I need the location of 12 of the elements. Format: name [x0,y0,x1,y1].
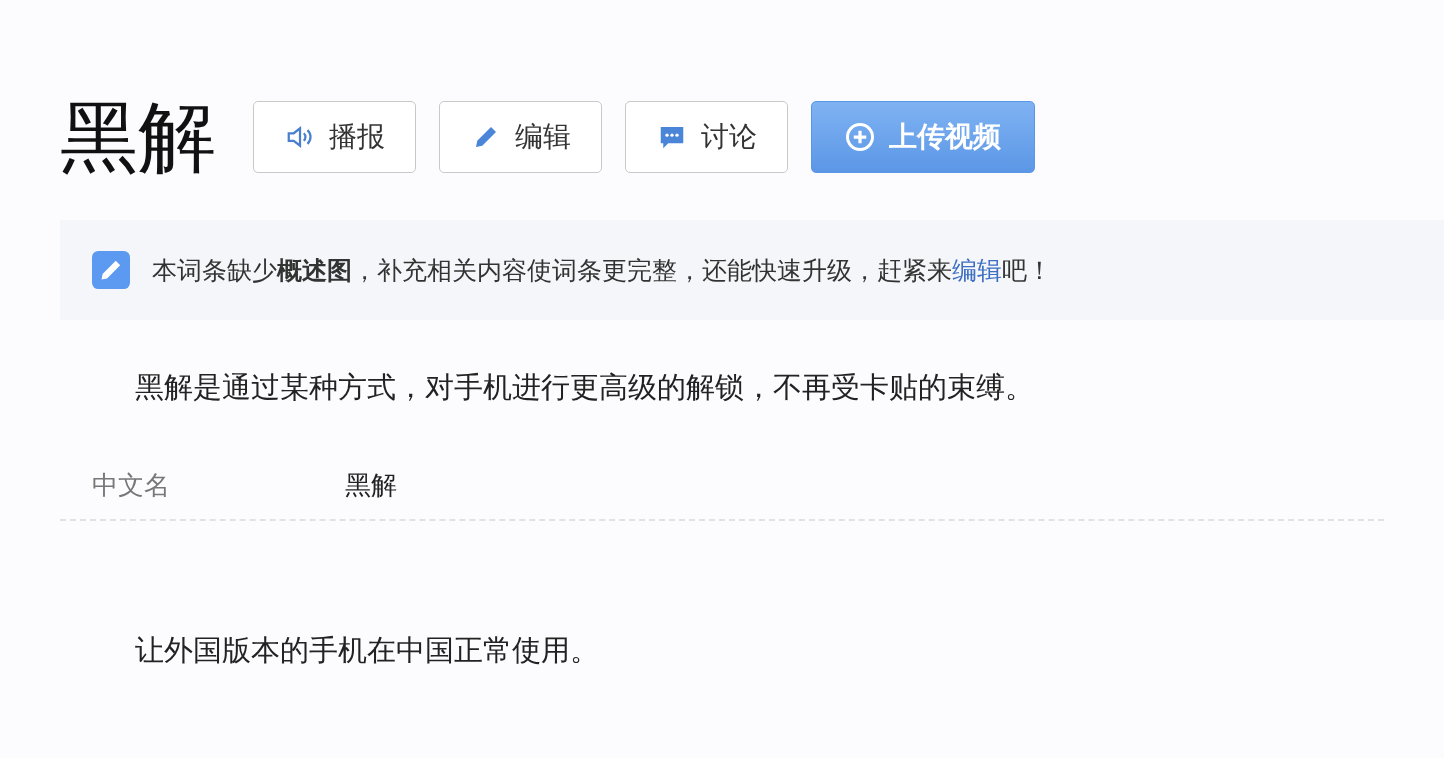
toolbar-button[interactable]: 播报 [253,101,416,173]
edit-link[interactable]: 编辑 [952,255,1002,285]
summary-text: 黑解是通过某种方式，对手机进行更高级的解锁，不再受卡贴的束缚。 [135,369,1035,406]
info-label: 中文名 [92,469,171,502]
edit-icon [92,251,130,289]
entry-title: 黑解 [60,98,216,176]
toolbar-button[interactable]: 编辑 [439,101,602,173]
info-value: 黑解 [345,469,397,502]
plus-circle-icon [845,122,875,152]
toolbar-button[interactable]: 讨论 [625,101,788,173]
notice-text: 本词条缺少概述图，补充相关内容使词条更完整，还能快速升级，赶紧来编辑吧！ [152,254,1052,287]
paragraph-text: 让外国版本的手机在中国正常使用。 [135,632,600,669]
